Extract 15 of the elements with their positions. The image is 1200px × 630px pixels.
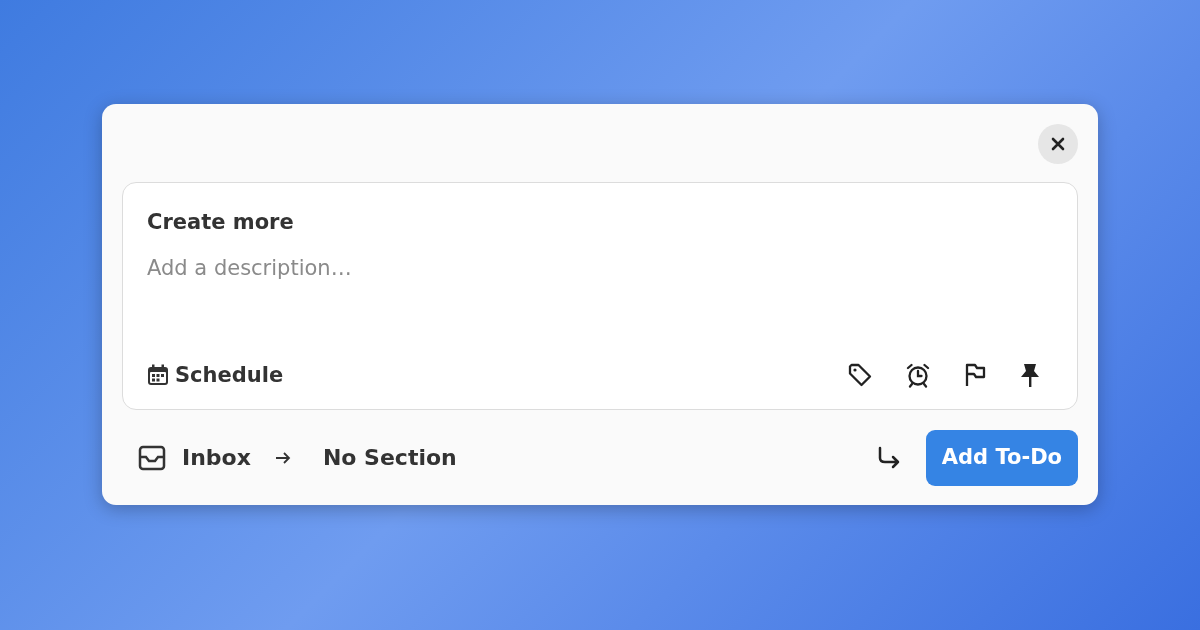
pin-icon[interactable] — [1019, 362, 1041, 389]
arrow-right-icon — [274, 450, 291, 465]
tag-icon[interactable] — [847, 362, 873, 389]
section-label[interactable]: No Section — [322, 441, 457, 475]
schedule-button[interactable]: Schedule — [147, 359, 284, 391]
alarm-clock-icon[interactable] — [905, 362, 931, 389]
description-field[interactable]: Add a description… — [147, 252, 1053, 284]
close-button[interactable] — [1038, 124, 1078, 164]
title-field[interactable]: Create more — [147, 207, 1053, 239]
flag-icon[interactable] — [963, 362, 987, 389]
add-todo-button[interactable]: Add To-Do — [925, 430, 1078, 486]
inbox-icon — [138, 444, 166, 471]
calendar-icon — [147, 364, 169, 387]
project-label[interactable]: Inbox — [182, 441, 251, 475]
close-icon — [1051, 137, 1065, 151]
